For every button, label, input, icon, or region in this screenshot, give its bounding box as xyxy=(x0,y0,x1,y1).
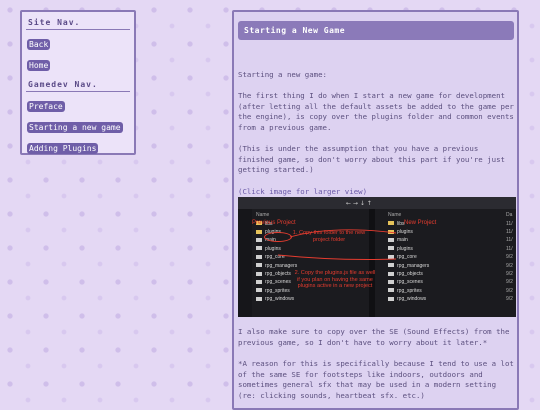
nav-link-back[interactable]: Back xyxy=(27,39,51,50)
main-content-panel: Starting a New Game Starting a new game:… xyxy=(232,10,519,410)
nav-link-starting-new-game[interactable]: Starting a new game xyxy=(27,122,123,133)
gamedev-nav-heading: Gamedev Nav. xyxy=(26,78,130,92)
annotation-arrows xyxy=(277,229,397,261)
sidebar-nav: Site Nav. Back Home Gamedev Nav. Preface… xyxy=(20,10,136,155)
page-title: Starting a New Game xyxy=(238,21,514,40)
paragraph-3: I also make sure to copy over the SE (So… xyxy=(238,327,510,347)
paragraph-2: (This is under the assumption that you h… xyxy=(238,144,505,175)
nav-link-home[interactable]: Home xyxy=(27,60,51,71)
paragraph-4: *A reason for this is specifically becau… xyxy=(238,358,514,400)
paragraph-1: The first thing I do when I start a new … xyxy=(238,91,514,132)
nav-link-adding-plugins[interactable]: Adding Plugins xyxy=(27,143,99,154)
enlarge-image-link[interactable]: (Click image for larger view) xyxy=(238,187,516,198)
nav-link-preface[interactable]: Preface xyxy=(27,101,65,112)
folder-screenshot-image[interactable]: ← → ↓ ↑ Name libs plugins main plugins r… xyxy=(238,197,516,318)
article-body: Starting a new game: The first thing I d… xyxy=(238,70,516,408)
intro-text: Starting a new game: xyxy=(238,70,327,79)
site-nav-heading: Site Nav. xyxy=(26,16,130,30)
